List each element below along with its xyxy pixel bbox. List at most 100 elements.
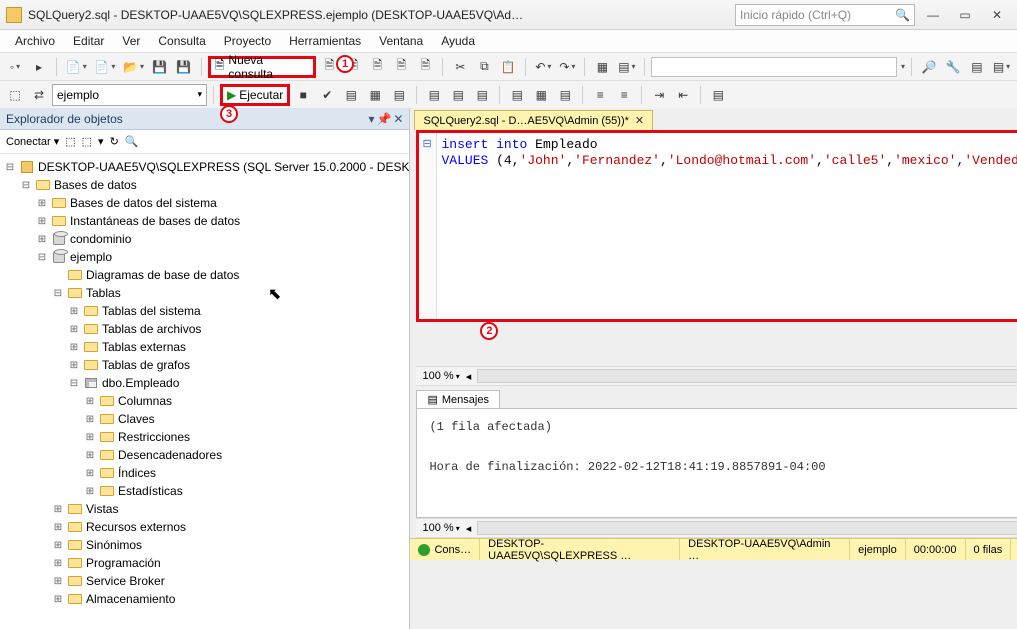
new-query-button[interactable]: 🗎 Nueva consulta (208, 56, 317, 78)
scroll-left-icon[interactable]: ◂ (466, 522, 472, 535)
tree-views[interactable]: Vistas (86, 502, 118, 516)
quick-launch-input[interactable]: Inicio rápido (Ctrl+Q) 🔍 (735, 4, 915, 26)
tree-tables-graph[interactable]: Tablas de grafos (102, 358, 190, 372)
query-options-icon[interactable]: ▦ (364, 84, 386, 106)
specify-values-icon[interactable]: ▤ (707, 84, 729, 106)
properties-button[interactable]: 🔧 (942, 56, 964, 78)
menu-ver[interactable]: Ver (113, 32, 149, 50)
xmla-query-icon[interactable]: 🗎 (390, 56, 412, 78)
tree-tables-files[interactable]: Tablas de archivos (102, 322, 201, 336)
nav-back-button[interactable]: ◦▾ (4, 56, 26, 78)
tree-diagrams[interactable]: Diagramas de base de datos (86, 268, 239, 282)
messages-tab[interactable]: ▤ Mensajes (416, 390, 499, 408)
sql-editor[interactable]: ⊟ insert into Empleado VALUES (4,'John',… (416, 130, 1017, 322)
tree-tables[interactable]: Tablas (86, 286, 121, 300)
find-button[interactable]: 🔎 (918, 56, 940, 78)
horizontal-scrollbar[interactable] (477, 521, 1017, 535)
activity-monitor-icon[interactable]: ▦ (591, 56, 613, 78)
dax-query-icon[interactable]: 🗎 (414, 56, 436, 78)
copy-button[interactable]: ⧉ (473, 56, 495, 78)
include-client-stats-icon[interactable]: ▤ (471, 84, 493, 106)
solution-config-combo[interactable] (651, 57, 897, 77)
debug-button[interactable]: ■ (292, 84, 314, 106)
estimate-plan-icon[interactable]: ▤ (340, 84, 362, 106)
tree-indexes[interactable]: Índices (118, 466, 156, 480)
filter-icon[interactable]: ▾ (98, 135, 104, 148)
tree-columns[interactable]: Columnas (118, 394, 172, 408)
tree-db-condominio[interactable]: condominio (70, 232, 131, 246)
open-file-button[interactable]: 📂▾ (120, 56, 147, 78)
add-button[interactable]: ▤▾ (990, 56, 1013, 78)
scroll-left-icon[interactable]: ◂ (466, 370, 472, 383)
horizontal-scrollbar[interactable] (477, 369, 1017, 383)
undo-button[interactable]: ↶▾ (532, 56, 554, 78)
tree-snapshots[interactable]: Instantáneas de bases de datos (70, 214, 240, 228)
zoom-value[interactable]: 100 % (422, 370, 453, 382)
tree-programmability[interactable]: Programación (86, 556, 161, 570)
use-db-icon[interactable]: ⬚ (4, 84, 26, 106)
tree-sysdbs[interactable]: Bases de datos del sistema (70, 196, 217, 210)
restore-button[interactable]: ▭ (951, 3, 979, 27)
indent-icon[interactable]: ⇥ (648, 84, 670, 106)
tree-triggers[interactable]: Desencadenadores (118, 448, 222, 462)
tree-tables-sys[interactable]: Tablas del sistema (102, 304, 201, 318)
minimize-button[interactable]: — (919, 3, 947, 27)
uncomment-icon[interactable]: ≡ (613, 84, 635, 106)
results-file-icon[interactable]: ▤ (554, 84, 576, 106)
new-file-button[interactable]: 📄▾ (92, 56, 119, 78)
intellisense-icon[interactable]: ▤ (388, 84, 410, 106)
object-explorer-tree[interactable]: ⊟DESKTOP-UAAE5VQ\SQLEXPRESS (SQL Server … (0, 154, 409, 629)
tree-keys[interactable]: Claves (118, 412, 155, 426)
parse-button[interactable]: ✔ (316, 84, 338, 106)
search-icon[interactable]: 🔍 (125, 135, 139, 148)
tree-tables-ext[interactable]: Tablas externas (102, 340, 186, 354)
options-button[interactable]: ▤▾ (615, 56, 638, 78)
redo-button[interactable]: ↷▾ (556, 56, 578, 78)
messages-panel[interactable]: (1 fila afectada) Hora de finalización: … (416, 408, 1017, 518)
registered-servers-icon[interactable]: ▤ (966, 56, 988, 78)
close-tab-icon[interactable]: ✕ (635, 114, 644, 127)
document-tab[interactable]: SQLQuery2.sql - D…AE5VQ\Admin (55))* ✕ (414, 110, 653, 130)
dropdown-icon[interactable]: ▾ (368, 112, 374, 126)
tree-db-ejemplo[interactable]: ejemplo (70, 250, 112, 264)
new-project-button[interactable]: 📄▾ (63, 56, 90, 78)
close-button[interactable]: ✕ (983, 3, 1011, 27)
tree-databases[interactable]: Bases de datos (54, 178, 137, 192)
tree-storage[interactable]: Almacenamiento (86, 592, 175, 606)
menu-herramientas[interactable]: Herramientas (280, 32, 370, 50)
execute-button[interactable]: ▶ Ejecutar (220, 84, 290, 106)
include-plan-icon[interactable]: ▤ (423, 84, 445, 106)
comment-icon[interactable]: ≡ (589, 84, 611, 106)
disconnect-icon[interactable]: ⬚ (65, 135, 75, 148)
pin-icon[interactable]: 📌 (376, 112, 391, 126)
paste-button[interactable]: 📋 (497, 56, 519, 78)
results-text-icon[interactable]: ▤ (506, 84, 528, 106)
outline-collapse-icon[interactable]: ⊟ (422, 137, 431, 150)
tree-extres[interactable]: Recursos externos (86, 520, 186, 534)
menu-editar[interactable]: Editar (64, 32, 113, 50)
cut-button[interactable]: ✂ (449, 56, 471, 78)
outdent-icon[interactable]: ⇤ (672, 84, 694, 106)
menu-archivo[interactable]: Archivo (6, 32, 64, 50)
zoom-value-2[interactable]: 100 % (422, 522, 453, 534)
menu-consulta[interactable]: Consulta (149, 32, 214, 50)
stop-icon[interactable]: ⬚ (82, 135, 92, 148)
tree-stats[interactable]: Estadísticas (118, 484, 183, 498)
tree-synonyms[interactable]: Sinónimos (86, 538, 142, 552)
menu-ayuda[interactable]: Ayuda (432, 32, 484, 50)
save-button[interactable]: 💾 (149, 56, 171, 78)
menu-ventana[interactable]: Ventana (370, 32, 432, 50)
tree-constraints[interactable]: Restricciones (118, 430, 190, 444)
menu-proyecto[interactable]: Proyecto (215, 32, 280, 50)
close-panel-icon[interactable]: ✕ (393, 112, 403, 126)
dmx-query-icon[interactable]: 🗎 (366, 56, 388, 78)
results-grid-icon[interactable]: ▦ (530, 84, 552, 106)
save-all-button[interactable]: 💾 (173, 56, 195, 78)
include-live-stats-icon[interactable]: ▤ (447, 84, 469, 106)
change-connection-icon[interactable]: ⇄ (28, 84, 50, 106)
sql-code[interactable]: insert into Empleado VALUES (4,'John','F… (419, 133, 1017, 173)
tree-server[interactable]: DESKTOP-UAAE5VQ\SQLEXPRESS (SQL Server 1… (38, 160, 409, 174)
tree-table-empleado[interactable]: dbo.Empleado (102, 376, 179, 390)
refresh-icon[interactable]: ↻ (110, 135, 119, 148)
tree-service-broker[interactable]: Service Broker (86, 574, 165, 588)
